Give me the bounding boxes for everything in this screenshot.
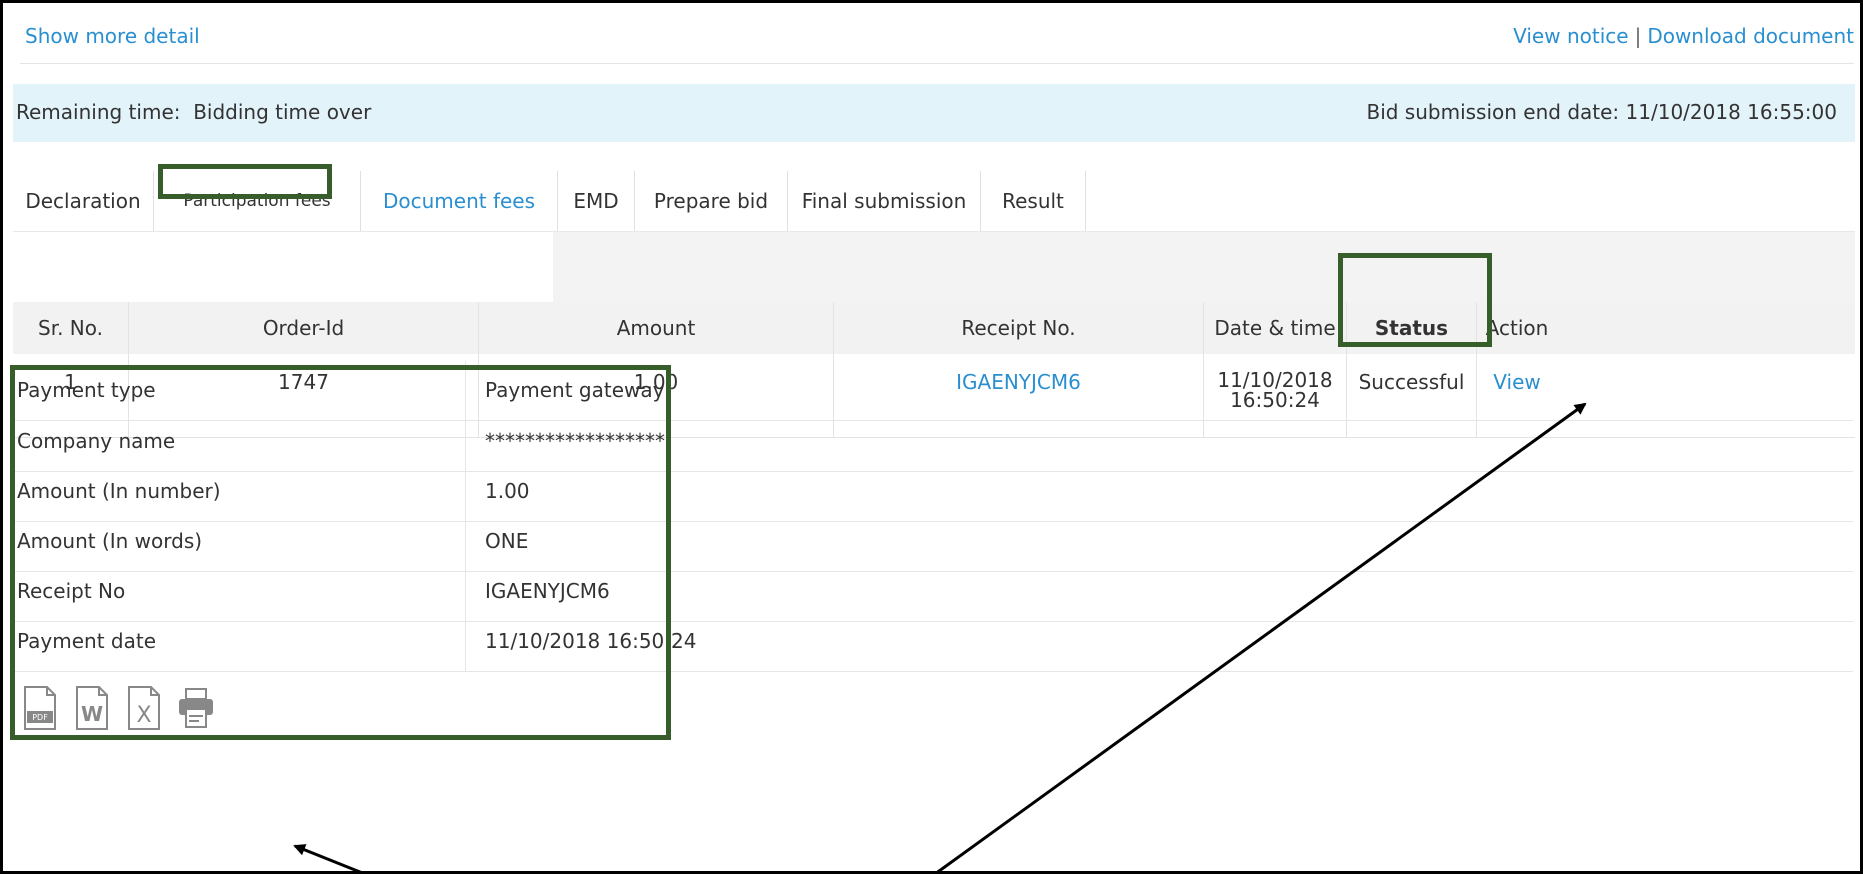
arrow-to-export-icons bbox=[293, 844, 366, 874]
annotation-arrows bbox=[293, 402, 1587, 874]
arrow-to-status bbox=[934, 402, 1587, 874]
